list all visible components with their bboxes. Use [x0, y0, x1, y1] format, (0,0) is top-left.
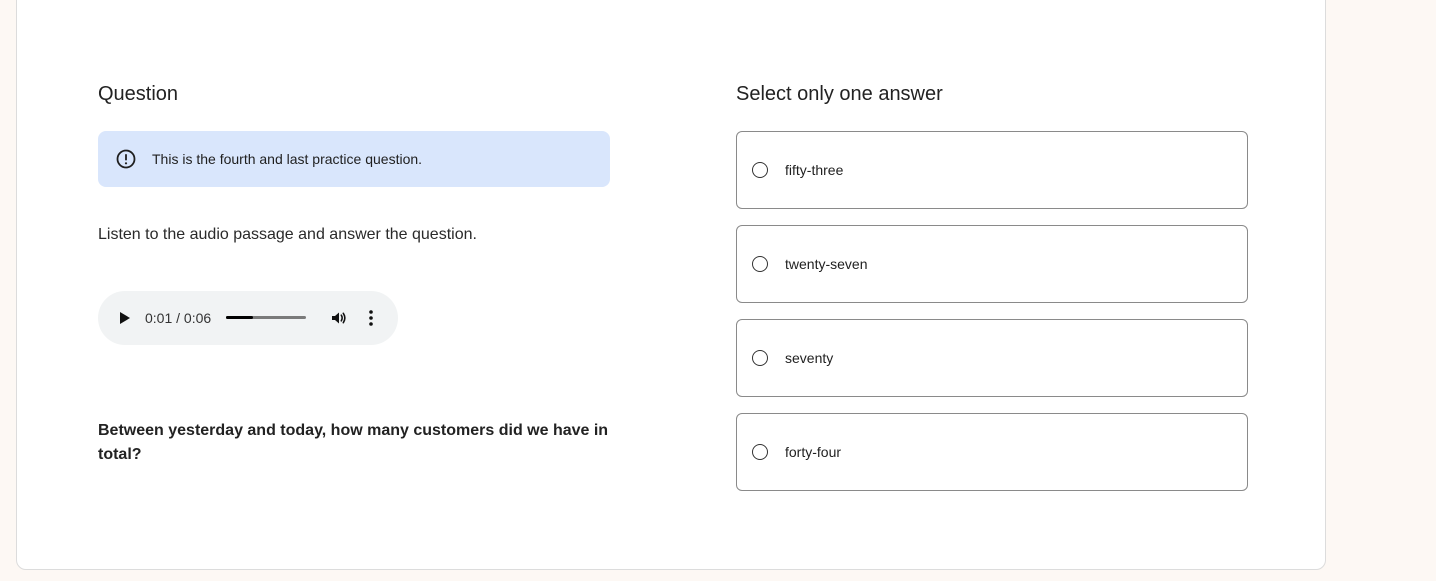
question-heading: Question: [98, 83, 179, 105]
answer-option-1[interactable]: fifty-three: [736, 131, 1248, 209]
instruction-text: Listen to the audio passage and answer t…: [98, 226, 477, 243]
info-banner: This is the fourth and last practice que…: [98, 131, 610, 187]
audio-time: 0:01 / 0:06: [145, 310, 212, 326]
answer-option-3[interactable]: seventy: [736, 319, 1248, 397]
answer-option-2[interactable]: twenty-seven: [736, 225, 1248, 303]
question-text: Between yesterday and today, how many cu…: [98, 422, 609, 463]
more-vertical-icon[interactable]: [362, 309, 380, 327]
answer-heading: Select only one answer: [736, 83, 943, 105]
volume-icon[interactable]: [330, 309, 348, 327]
info-banner-text: This is the fourth and last practice que…: [152, 151, 423, 167]
audio-player[interactable]: 0:01 / 0:06: [98, 291, 398, 345]
answer-option-label: forty-four: [785, 444, 842, 460]
answer-option-label: seventy: [785, 350, 834, 366]
seek-progress: [226, 316, 253, 319]
radio-button[interactable]: [752, 444, 768, 460]
radio-button[interactable]: [752, 256, 768, 272]
play-icon[interactable]: [118, 311, 132, 325]
question-card: Question This is the fourth and last pra…: [16, 0, 1326, 570]
answer-option-label: fifty-three: [785, 162, 844, 178]
radio-button[interactable]: [752, 350, 768, 366]
answer-option-4[interactable]: forty-four: [736, 413, 1248, 491]
audio-seek-bar[interactable]: [226, 311, 307, 325]
alert-circle-icon: [116, 149, 136, 169]
answer-option-label: twenty-seven: [785, 256, 868, 272]
radio-button[interactable]: [752, 162, 768, 178]
